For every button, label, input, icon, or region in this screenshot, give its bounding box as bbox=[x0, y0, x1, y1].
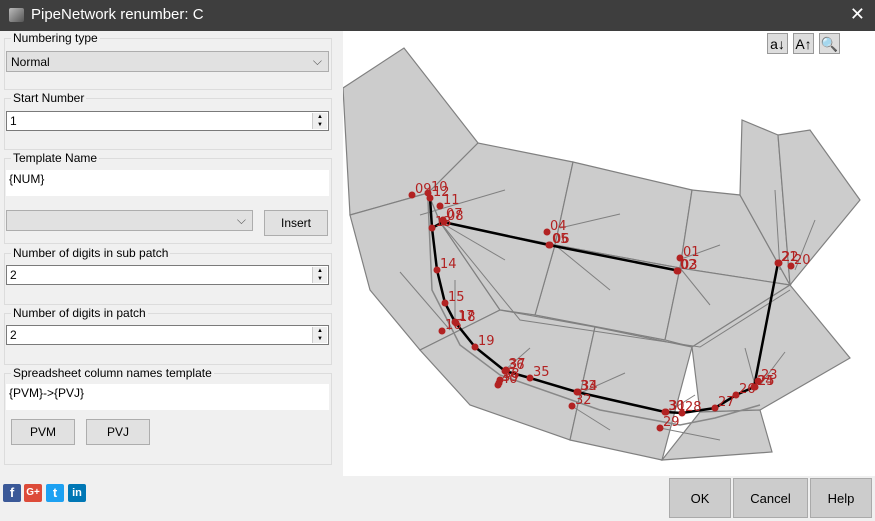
digits-patch-label: Number of digits in patch bbox=[11, 306, 148, 320]
digits-patch-value: 2 bbox=[10, 328, 17, 342]
node-label: 40 bbox=[501, 372, 518, 387]
pipe-network-drawing: 010203040506070809 1011121314151617181920… bbox=[342, 47, 861, 461]
node-label: 29 bbox=[663, 415, 680, 430]
spreadsheet-template-input[interactable]: {PVM}->{PVJ} bbox=[6, 384, 329, 410]
spinner[interactable]: ▲ ▼ bbox=[312, 113, 327, 129]
node-label: 22 bbox=[782, 250, 799, 265]
node-label: 35 bbox=[533, 365, 550, 380]
chevron-down-icon: ⌵ bbox=[236, 213, 246, 227]
linkedin-icon[interactable]: in bbox=[68, 484, 86, 502]
digits-patch-group: Number of digits in patch 2 ▲ ▼ bbox=[4, 306, 332, 365]
google-plus-icon[interactable]: G+ bbox=[24, 484, 42, 502]
window-title: PipeNetwork renumber: C bbox=[31, 6, 204, 23]
close-icon[interactable]: ✕ bbox=[850, 4, 865, 25]
spinner[interactable]: ▲ ▼ bbox=[312, 327, 327, 343]
spreadsheet-group: Spreadsheet column names template {PVM}-… bbox=[4, 366, 332, 465]
title-bar: PipeNetwork renumber: C ✕ bbox=[0, 0, 875, 31]
digits-sub-patch-input[interactable]: 2 ▲ ▼ bbox=[6, 265, 329, 285]
help-button[interactable]: Help bbox=[810, 478, 872, 518]
numbering-type-select[interactable]: Normal ⌵ bbox=[6, 51, 329, 72]
node-label: 28 bbox=[685, 400, 702, 415]
node-label: 15 bbox=[448, 290, 465, 305]
digits-patch-input[interactable]: 2 ▲ ▼ bbox=[6, 325, 329, 345]
template-name-group: Template Name {NUM} ⌵ Insert bbox=[4, 151, 332, 244]
pvj-button[interactable]: PVJ bbox=[86, 419, 150, 445]
start-number-input[interactable]: 1 ▲ ▼ bbox=[6, 111, 329, 131]
node-label: 14 bbox=[440, 257, 457, 272]
zoom-icon[interactable]: 🔍 bbox=[819, 33, 840, 54]
node-label: 13 bbox=[435, 215, 452, 230]
ok-button[interactable]: OK bbox=[669, 478, 731, 518]
pvm-button[interactable]: PVM bbox=[11, 419, 75, 445]
start-number-value: 1 bbox=[10, 114, 17, 128]
node-label: 18 bbox=[459, 310, 476, 325]
start-number-label: Start Number bbox=[11, 91, 87, 105]
numbering-type-value: Normal bbox=[11, 55, 50, 69]
template-token-select[interactable]: ⌵ bbox=[6, 210, 253, 231]
sort-ascending-icon[interactable]: a↓ bbox=[767, 33, 788, 54]
node-label: 19 bbox=[478, 334, 495, 349]
cancel-button[interactable]: Cancel bbox=[733, 478, 808, 518]
digits-sub-patch-value: 2 bbox=[10, 268, 17, 282]
start-number-group: Start Number 1 ▲ ▼ bbox=[4, 91, 332, 150]
node-label: 31 bbox=[669, 399, 686, 414]
chevron-down-icon: ⌵ bbox=[312, 54, 322, 68]
digits-sub-patch-label: Number of digits in sub patch bbox=[11, 246, 171, 260]
node-label: 26 bbox=[739, 382, 756, 397]
digits-sub-patch-group: Number of digits in sub patch 2 ▲ ▼ bbox=[4, 246, 332, 305]
twitter-icon[interactable]: t bbox=[46, 484, 64, 502]
template-name-input[interactable]: {NUM} bbox=[6, 170, 329, 196]
facebook-icon[interactable]: f bbox=[3, 484, 21, 502]
network-canvas[interactable]: 01 02 03 04 05 06 07 08 09 10 11 12 13 14 15 16 17 18 19 20… bbox=[342, 31, 875, 476]
node-label: 03 bbox=[681, 258, 698, 273]
node-label: 06 bbox=[553, 232, 570, 247]
template-name-label: Template Name bbox=[11, 151, 100, 165]
numbering-type-label: Numbering type bbox=[11, 31, 100, 45]
node-label: 27 bbox=[718, 395, 735, 410]
insert-button[interactable]: Insert bbox=[264, 210, 328, 236]
node-label: 34 bbox=[581, 379, 598, 394]
sort-descending-icon[interactable]: A↑ bbox=[793, 33, 814, 54]
node-label: 25 bbox=[758, 374, 775, 389]
spreadsheet-label: Spreadsheet column names template bbox=[11, 366, 214, 380]
node-label: 12 bbox=[433, 185, 450, 200]
numbering-type-group: Numbering type Normal ⌵ bbox=[4, 31, 332, 90]
app-icon bbox=[9, 8, 24, 22]
spinner[interactable]: ▲ ▼ bbox=[312, 267, 327, 283]
